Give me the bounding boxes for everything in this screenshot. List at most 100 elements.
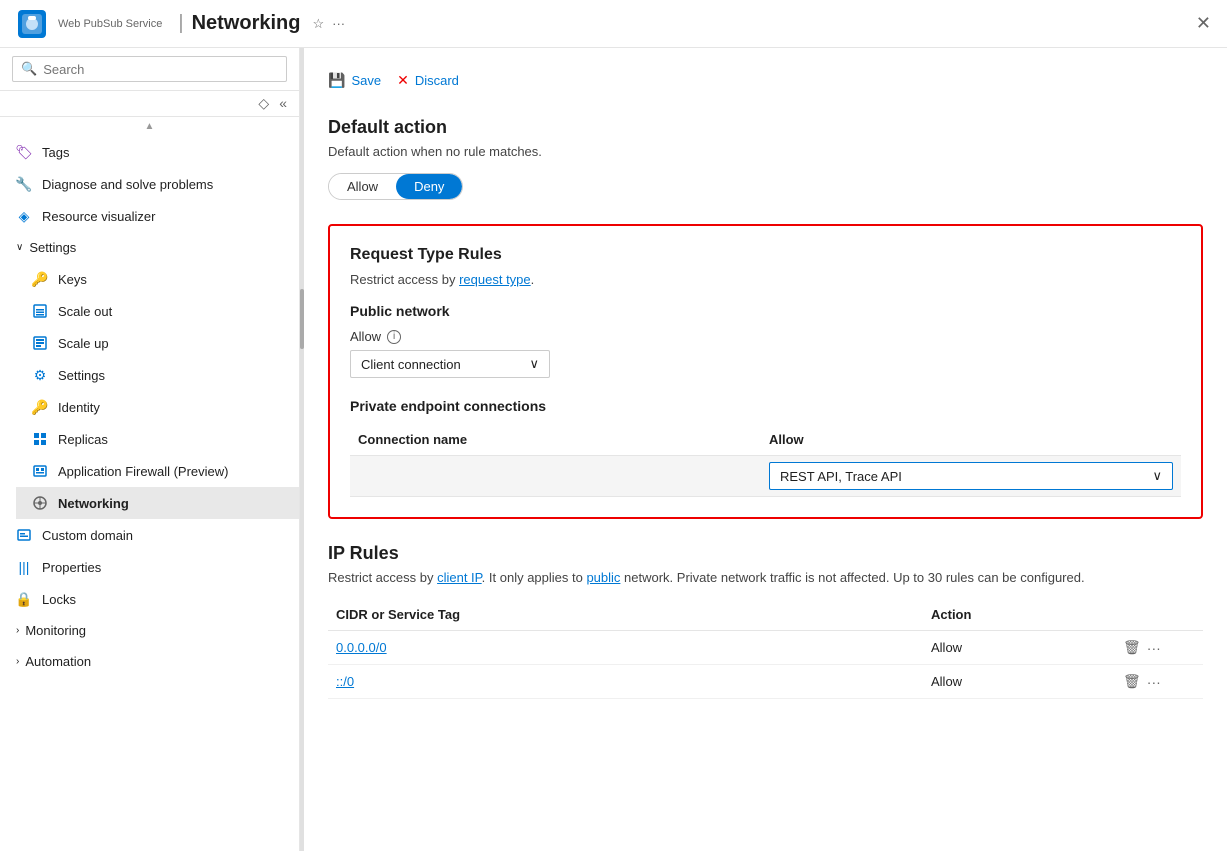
sidebar-item-locks[interactable]: 🔒 Locks <box>0 583 299 615</box>
sidebar-search-container: 🔍 <box>0 48 299 91</box>
sidebar: 🔍 ◇ « ▲ 🏷 Tags 🔧 Diagnose and solve prob… <box>0 48 300 851</box>
more-icon-2[interactable]: ··· <box>1147 674 1161 690</box>
sidebar-item-resource-visualizer[interactable]: ◈ Resource visualizer <box>0 200 299 232</box>
sidebar-item-keys[interactable]: 🔑 Keys <box>16 263 299 295</box>
ip-cidr-link-2[interactable]: ::/0 <box>336 674 354 689</box>
delete-icon-2[interactable]: 🗑 <box>1123 673 1141 690</box>
search-input[interactable] <box>43 62 278 77</box>
more-icon-1[interactable]: ··· <box>1147 640 1161 656</box>
sidebar-item-tags[interactable]: 🏷 Tags <box>0 136 299 168</box>
search-input-wrap[interactable]: 🔍 <box>12 56 287 82</box>
settings-icon: ⚙ <box>32 367 48 383</box>
request-type-rules-box: Request Type Rules Restrict access by re… <box>328 224 1203 519</box>
private-endpoint-dropdown-arrow: ∨ <box>1152 468 1162 484</box>
sidebar-nav: ▲ 🏷 Tags 🔧 Diagnose and solve problems ◈… <box>0 117 299 851</box>
keys-icon: 🔑 <box>32 271 48 287</box>
app-firewall-icon <box>32 463 48 479</box>
public-network-dropdown-arrow: ∨ <box>529 356 539 372</box>
replicas-icon <box>32 431 48 447</box>
private-endpoint-title: Private endpoint connections <box>350 398 1181 414</box>
sidebar-item-diagnose[interactable]: 🔧 Diagnose and solve problems <box>0 168 299 200</box>
monitoring-chevron-icon: › <box>16 625 19 636</box>
resource-visualizer-icon: ◈ <box>16 208 32 224</box>
star-icon[interactable]: ☆ <box>312 16 324 32</box>
sidebar-item-custom-domain[interactable]: Custom domain <box>0 519 299 551</box>
scale-up-icon <box>32 335 48 351</box>
private-endpoint-dropdown[interactable]: REST API, Trace API ∨ <box>769 462 1173 490</box>
more-icon[interactable]: ··· <box>332 16 345 31</box>
private-endpoint-table-header: Connection name Allow <box>350 424 1181 456</box>
ip-table-row: 0.0.0.0/0 Allow 🗑 ··· <box>328 631 1203 665</box>
sidebar-item-app-firewall[interactable]: Application Firewall (Preview) <box>16 455 299 487</box>
main-content: 💾 Save ✕ Discard Default action Default … <box>304 48 1227 851</box>
ip-action-cell-1: Allow <box>923 640 1123 655</box>
allow-toggle-btn[interactable]: Allow <box>329 174 396 199</box>
ip-cidr-link-1[interactable]: 0.0.0.0/0 <box>336 640 387 655</box>
close-button[interactable]: ✕ <box>1196 13 1211 34</box>
col-action-header: Action <box>923 607 1123 622</box>
ip-cidr-cell-2: ::/0 <box>328 674 923 689</box>
ip-table-header: CIDR or Service Tag Action <box>328 599 1203 631</box>
delete-icon-1[interactable]: 🗑 <box>1123 639 1141 656</box>
discard-button[interactable]: ✕ Discard <box>397 68 459 93</box>
allow-info-icon[interactable]: i <box>387 330 401 344</box>
collapse-icon[interactable]: « <box>279 95 287 112</box>
sidebar-item-resource-visualizer-label: Resource visualizer <box>42 209 155 224</box>
rules-desc-text: Restrict access by <box>350 272 459 287</box>
allow-text: Allow <box>350 329 381 344</box>
sidebar-item-settings-label: Settings <box>58 368 105 383</box>
client-ip-link[interactable]: client IP <box>437 570 482 585</box>
sidebar-item-settings[interactable]: ⚙ Settings <box>16 359 299 391</box>
sidebar-section-settings[interactable]: ∨ Settings <box>0 232 299 263</box>
sidebar-item-identity[interactable]: 🔑 Identity <box>16 391 299 423</box>
ip-rules-desc-3: network. Private network traffic is not … <box>620 570 1084 585</box>
sidebar-section-automation-label: Automation <box>25 654 91 669</box>
sidebar-item-replicas[interactable]: Replicas <box>16 423 299 455</box>
default-action-title: Default action <box>328 117 1203 138</box>
save-label: Save <box>351 73 381 88</box>
sidebar-item-tags-label: Tags <box>42 145 69 160</box>
sidebar-section-monitoring[interactable]: › Monitoring <box>0 615 299 646</box>
col-allow-header: Allow <box>761 432 1181 447</box>
ip-row-actions-1: 🗑 ··· <box>1123 639 1203 656</box>
sidebar-item-networking[interactable]: Networking <box>16 487 299 519</box>
sidebar-item-replicas-label: Replicas <box>58 432 108 447</box>
ip-rules-desc: Restrict access by client IP. It only ap… <box>328 570 1203 585</box>
public-network-dropdown[interactable]: Client connection ∨ <box>350 350 550 378</box>
sidebar-item-scale-out-label: Scale out <box>58 304 112 319</box>
request-type-link[interactable]: request type <box>459 272 531 287</box>
sidebar-item-networking-label: Networking <box>58 496 129 511</box>
default-action-desc: Default action when no rule matches. <box>328 144 1203 159</box>
save-icon: 💾 <box>328 72 345 89</box>
properties-icon: ||| <box>16 559 32 575</box>
diagnose-icon: 🔧 <box>16 176 32 192</box>
networking-icon <box>32 495 48 511</box>
col-connection-name-header: Connection name <box>350 432 761 447</box>
sidebar-item-scale-up[interactable]: Scale up <box>16 327 299 359</box>
settings-chevron-icon: ∨ <box>16 242 23 253</box>
sidebar-section-monitoring-label: Monitoring <box>25 623 86 638</box>
sidebar-item-scale-out[interactable]: Scale out <box>16 295 299 327</box>
sidebar-item-custom-domain-label: Custom domain <box>42 528 133 543</box>
sidebar-section-automation[interactable]: › Automation <box>0 646 299 677</box>
sidebar-item-identity-label: Identity <box>58 400 100 415</box>
allow-cell: REST API, Trace API ∨ <box>761 462 1181 490</box>
sidebar-item-keys-label: Keys <box>58 272 87 287</box>
ip-rules-title: IP Rules <box>328 543 1203 564</box>
save-button[interactable]: 💾 Save <box>328 68 381 93</box>
automation-chevron-icon: › <box>16 656 19 667</box>
discard-icon: ✕ <box>397 72 409 89</box>
scroll-up-icon: ▲ <box>145 121 155 132</box>
sidebar-item-properties-label: Properties <box>42 560 101 575</box>
public-network-title: Public network <box>350 303 1181 319</box>
private-endpoint-section: Private endpoint connections Connection … <box>350 398 1181 497</box>
app-logo <box>16 8 48 40</box>
deny-toggle-btn[interactable]: Deny <box>396 174 462 199</box>
filter-icon[interactable]: ◇ <box>258 95 269 112</box>
sidebar-item-properties[interactable]: ||| Properties <box>0 551 299 583</box>
service-label: Web PubSub Service <box>58 18 162 30</box>
public-link[interactable]: public <box>586 570 620 585</box>
ip-rules-section: IP Rules Restrict access by client IP. I… <box>328 543 1203 699</box>
ip-cidr-cell-1: 0.0.0.0/0 <box>328 640 923 655</box>
sidebar-item-app-firewall-label: Application Firewall (Preview) <box>58 464 229 479</box>
